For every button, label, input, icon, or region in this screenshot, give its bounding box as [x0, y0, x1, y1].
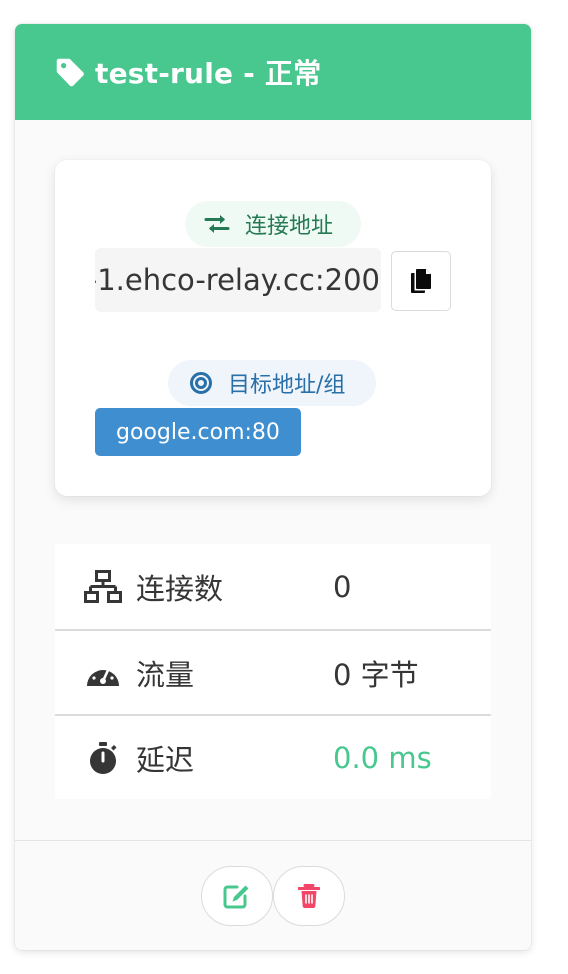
gauge-icon	[83, 653, 123, 693]
rule-card: test-rule - 正常 连接地址 -1.ehco-relay.cc:200	[15, 24, 531, 950]
stat-value-latency: 0.0 ms	[333, 740, 432, 775]
stat-row-traffic: 流量 0 字节	[55, 629, 491, 714]
target-address-label: 目标地址/组	[168, 360, 376, 406]
footer-divider	[15, 840, 531, 841]
connection-address-label: 连接地址	[185, 201, 361, 247]
trash-icon	[298, 884, 320, 908]
stats-table: 连接数 0 流量 0 字节 延迟 0.0 ms	[55, 544, 491, 799]
edit-icon	[223, 885, 249, 909]
target-address-tag: google.com:80	[95, 408, 301, 456]
stat-label-latency: 延迟	[136, 742, 195, 777]
copy-button[interactable]	[391, 251, 451, 311]
copy-icon	[411, 269, 431, 293]
network-icon	[83, 567, 123, 607]
stat-label-traffic: 流量	[136, 657, 195, 692]
card-header: test-rule - 正常	[15, 24, 531, 120]
connection-label-text: 连接地址	[245, 214, 334, 239]
stat-value-traffic: 0 字节	[333, 657, 419, 692]
stat-label-connections: 连接数	[136, 571, 224, 606]
connection-address-input[interactable]: -1.ehco-relay.cc:200	[95, 248, 381, 312]
stat-row-connections: 连接数 0	[55, 544, 491, 629]
target-address-value: google.com:80	[116, 419, 280, 445]
bullseye-icon	[190, 372, 212, 394]
connection-address-value: -1.ehco-relay.cc:200	[95, 263, 380, 297]
delete-button[interactable]	[273, 866, 345, 926]
edit-button[interactable]	[201, 866, 273, 926]
action-buttons	[201, 866, 345, 926]
tag-icon	[54, 56, 87, 89]
address-panel: 连接地址 -1.ehco-relay.cc:200 目标地址/组 google.…	[55, 160, 491, 496]
exchange-icon	[204, 215, 230, 233]
stat-value-connections: 0	[333, 569, 352, 604]
rule-title: test-rule - 正常	[95, 57, 322, 90]
stopwatch-icon	[83, 738, 123, 778]
stat-row-latency: 延迟 0.0 ms	[55, 714, 491, 799]
target-label-text: 目标地址/组	[228, 373, 346, 398]
